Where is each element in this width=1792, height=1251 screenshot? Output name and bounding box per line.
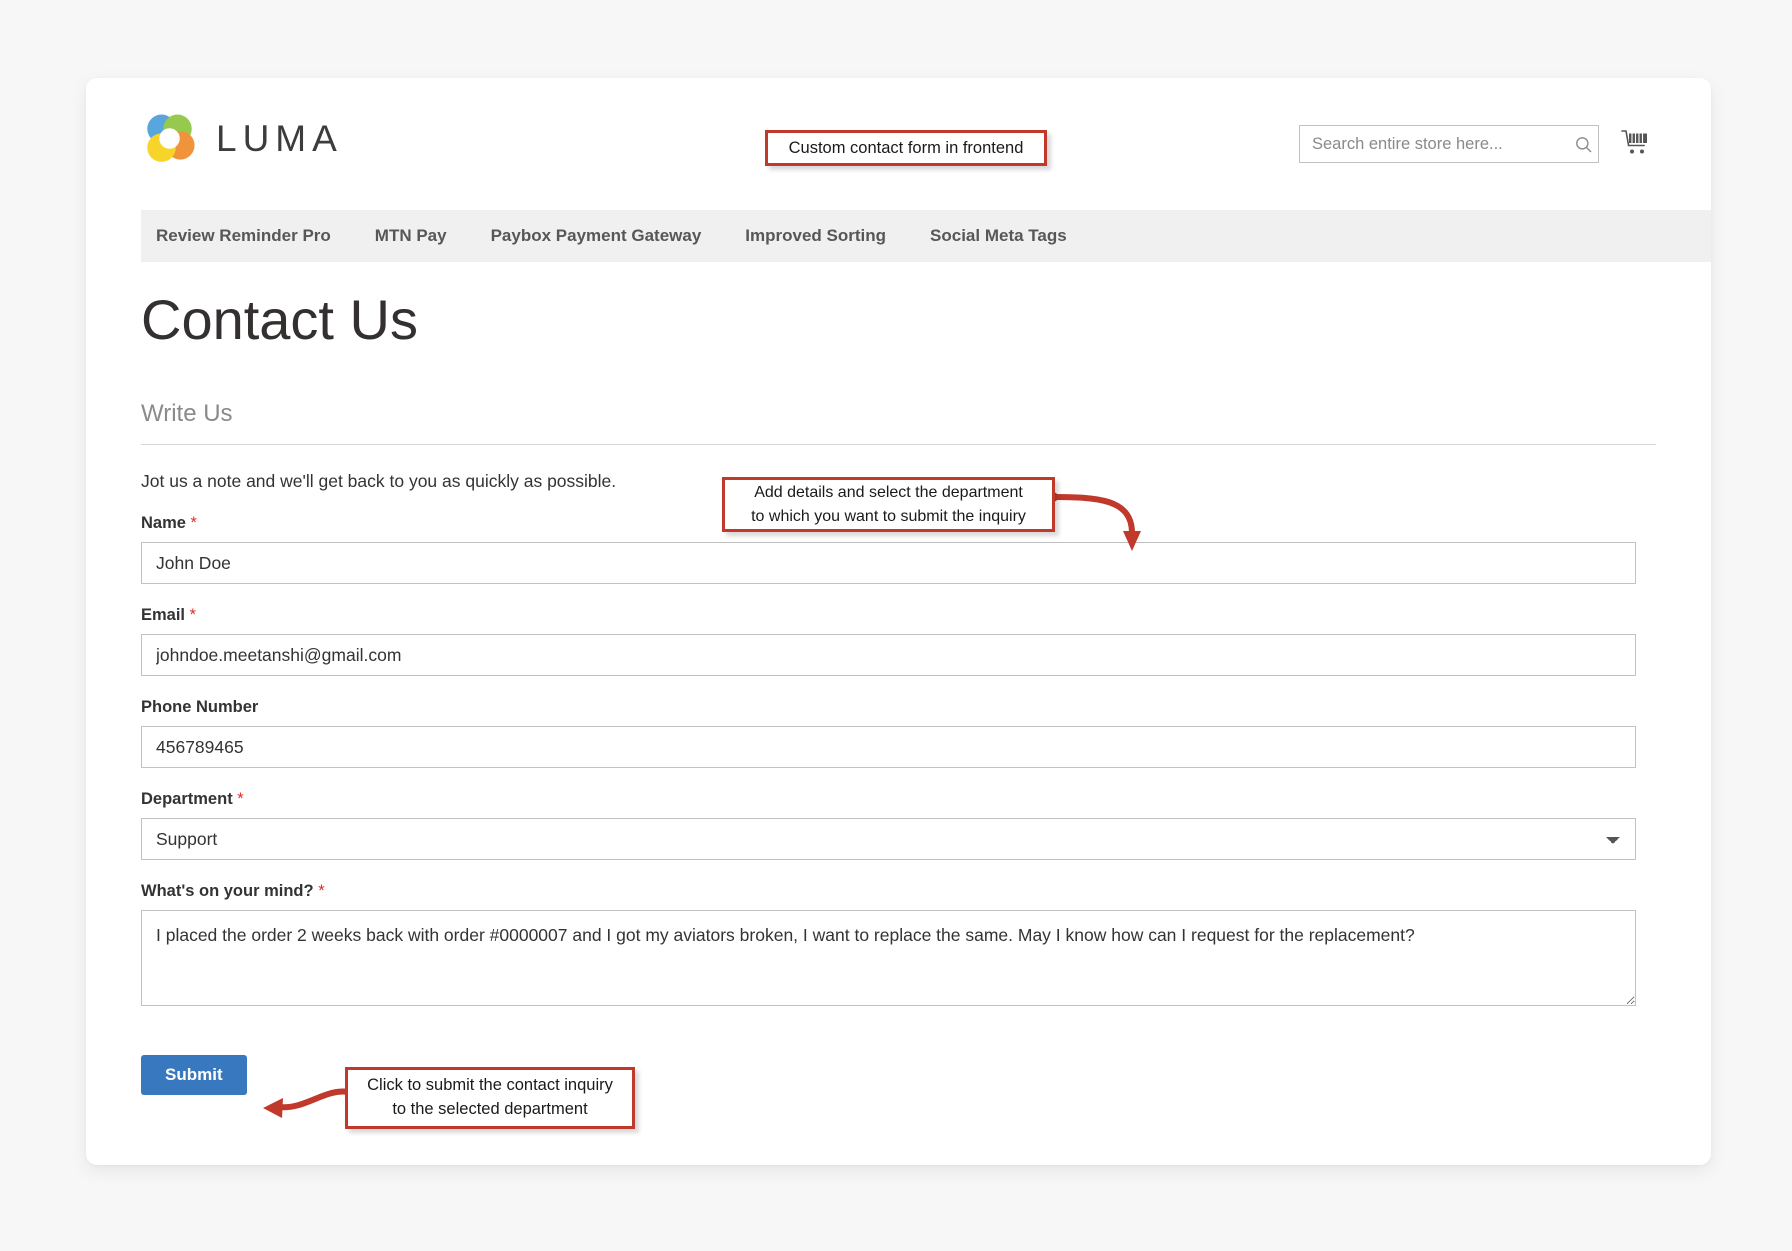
- nav-item-paybox-payment-gateway[interactable]: Paybox Payment Gateway: [491, 226, 702, 246]
- page-body: Contact Us Write Us Jot us a note and we…: [141, 262, 1656, 1095]
- storefront-card: LUMA Search entire store here... Review …: [86, 78, 1711, 1165]
- screenshot-root: LUMA Search entire store here... Review …: [0, 0, 1792, 1251]
- required-mark-message: *: [318, 882, 325, 900]
- shopping-cart-icon[interactable]: [1616, 124, 1654, 162]
- required-mark-email: *: [189, 606, 197, 624]
- form-legend: Write Us: [141, 400, 1656, 445]
- phone-input[interactable]: [141, 726, 1636, 768]
- annotation-department-line2: to which you want to submit the inquiry: [751, 507, 1026, 525]
- label-department-text: Department: [141, 790, 233, 808]
- annotation-header: Custom contact form in frontend: [765, 130, 1047, 166]
- field-email: Email *: [141, 606, 1656, 676]
- main-navigation: Review Reminder Pro MTN Pay Paybox Payme…: [141, 210, 1711, 262]
- label-name-text: Name: [141, 514, 186, 532]
- page-title: Contact Us: [141, 288, 418, 351]
- message-textarea[interactable]: [141, 910, 1636, 1006]
- luma-flower-logo-icon: [147, 114, 195, 162]
- label-message: What's on your mind? *: [141, 882, 1656, 901]
- nav-item-social-meta-tags[interactable]: Social Meta Tags: [930, 226, 1067, 246]
- annotation-submit-line1: Click to submit the contact inquiry: [367, 1076, 613, 1095]
- search-icon[interactable]: [1568, 135, 1598, 154]
- field-message: What's on your mind? *: [141, 882, 1656, 1011]
- logo-wordmark: LUMA: [216, 117, 343, 159]
- field-phone: Phone Number: [141, 698, 1656, 768]
- label-email-text: Email: [141, 606, 186, 624]
- label-phone: Phone Number: [141, 698, 1656, 717]
- label-department: Department *: [141, 790, 1656, 809]
- required-mark-department: *: [237, 790, 244, 808]
- department-select[interactable]: Support: [141, 818, 1636, 860]
- label-phone-text: Phone Number: [141, 698, 259, 716]
- annotation-submit: Click to submit the contact inquiry to t…: [345, 1067, 635, 1129]
- submit-button[interactable]: Submit: [141, 1055, 247, 1095]
- annotation-header-text: Custom contact form in frontend: [788, 138, 1024, 157]
- nav-item-mtn-pay[interactable]: MTN Pay: [375, 226, 447, 246]
- nav-item-improved-sorting[interactable]: Improved Sorting: [745, 226, 886, 246]
- annotation-department: Add details and select the department to…: [722, 477, 1055, 532]
- search-box[interactable]: [1299, 125, 1599, 163]
- nav-item-review-reminder-pro[interactable]: Review Reminder Pro: [156, 226, 331, 246]
- annotation-department-line1: Add details and select the department: [754, 484, 1023, 502]
- label-email: Email *: [141, 606, 1656, 625]
- email-input[interactable]: [141, 634, 1636, 676]
- required-mark-name: *: [190, 514, 197, 532]
- site-logo[interactable]: LUMA: [141, 110, 343, 167]
- name-input[interactable]: [141, 542, 1636, 584]
- annotation-submit-line2: to the selected department: [392, 1100, 588, 1118]
- field-department: Department * Support: [141, 790, 1656, 860]
- label-message-text: What's on your mind?: [141, 882, 314, 900]
- search-input[interactable]: [1300, 126, 1568, 162]
